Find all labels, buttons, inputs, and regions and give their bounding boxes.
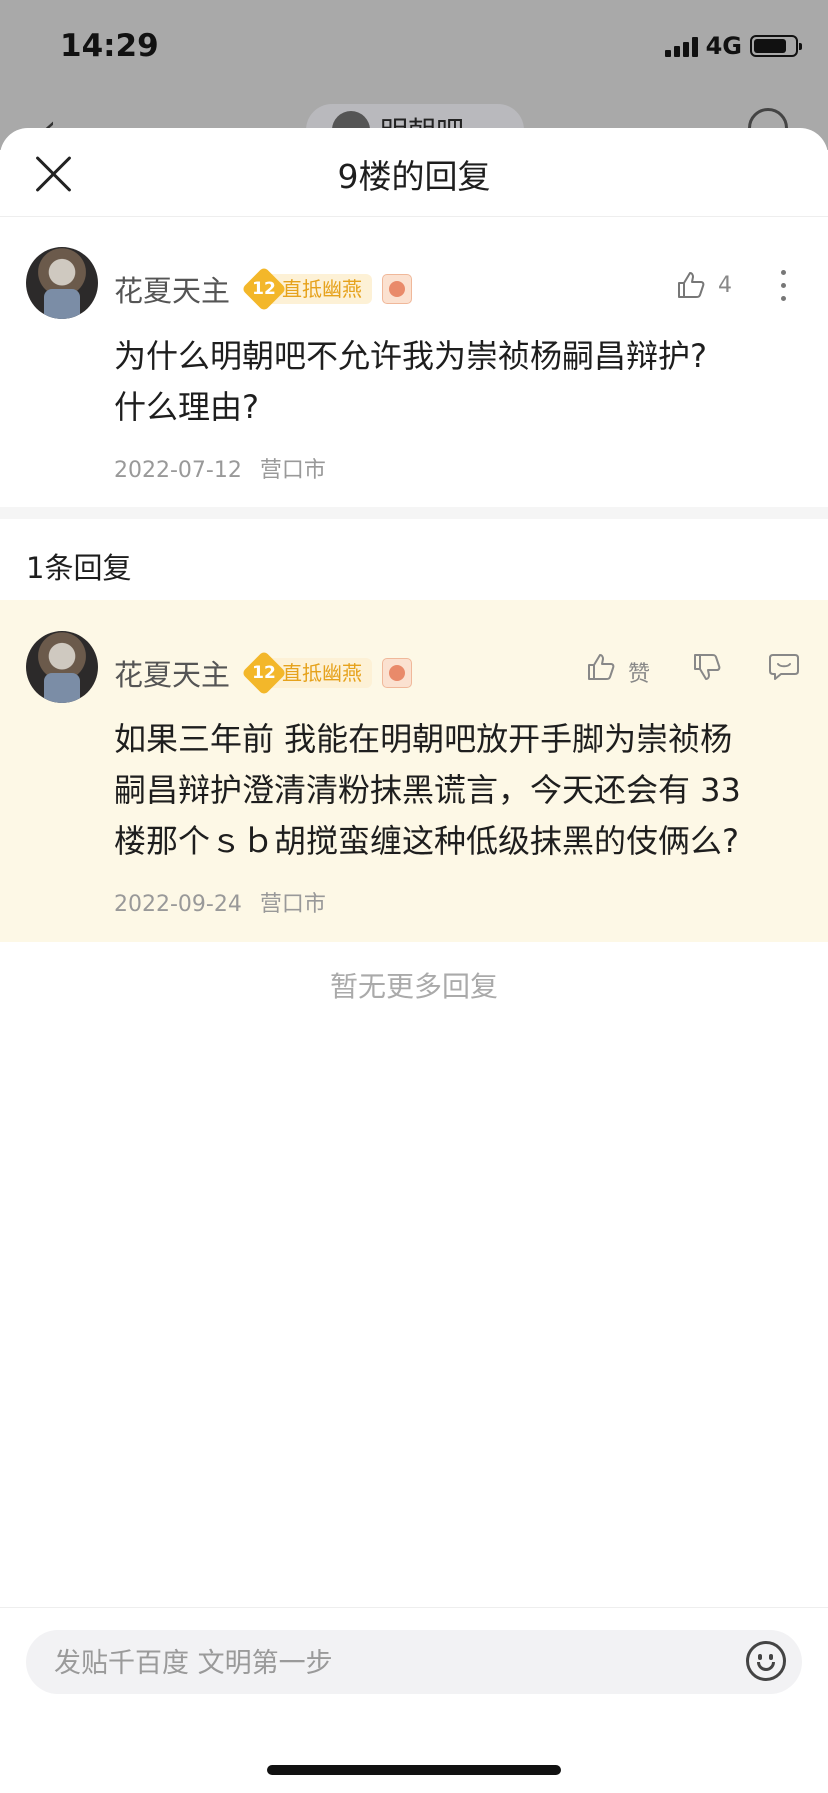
section-divider	[0, 507, 828, 519]
sheet-header: 9楼的回复	[0, 128, 828, 217]
home-indicator	[267, 1765, 561, 1775]
thumbs-up-icon[interactable]	[676, 270, 706, 300]
more-vertical-icon[interactable]	[781, 270, 789, 309]
emblem-icon	[382, 658, 412, 688]
sheet-title: 9楼的回复	[337, 157, 491, 196]
reply-content-line: 如果三年前 我能在明朝吧放开手脚为崇祯杨	[114, 720, 733, 758]
post-meta: 2022-07-12 营口市	[114, 452, 326, 484]
thumbs-up-icon[interactable]	[586, 652, 616, 682]
signal-icon	[664, 35, 698, 57]
smile-icon[interactable]	[746, 1641, 786, 1681]
thumbs-down-icon[interactable]	[692, 652, 722, 682]
battery-icon	[750, 35, 802, 57]
reply-location: 营口市	[259, 892, 326, 917]
post-content-line: 什么理由?	[114, 388, 259, 426]
post-date: 2022-07-12	[114, 458, 242, 483]
no-more-replies: 暂无更多回复	[329, 970, 498, 1003]
level-number: 12	[252, 279, 276, 299]
post-location: 营口市	[259, 458, 326, 483]
reply-item: 花夏天主 直抵幽燕 12 赞 如果三年前 我能在明朝吧放开手脚为崇祯杨 嗣昌辩护…	[0, 600, 828, 942]
reply-date: 2022-09-24	[114, 892, 242, 917]
level-number: 12	[252, 663, 276, 683]
post-username[interactable]: 花夏天主	[114, 268, 230, 310]
reply-content-line: 楼那个ｓｂ胡搅蛮缠这种低级抹黑的伎俩么?	[114, 822, 739, 860]
post-content-line: 为什么明朝吧不允许我为崇祯杨嗣昌辩护?	[114, 337, 707, 375]
comment-icon[interactable]	[768, 652, 800, 682]
reply-input[interactable]	[52, 1640, 676, 1686]
status-time: 14:29	[60, 28, 159, 64]
reply-username[interactable]: 花夏天主	[114, 652, 230, 694]
reply-count-header: 1条回复	[26, 551, 132, 585]
avatar[interactable]	[26, 631, 98, 703]
like-count: 4	[718, 273, 732, 298]
avatar[interactable]	[26, 247, 98, 319]
like-label[interactable]: 赞	[628, 656, 650, 688]
post-content: 为什么明朝吧不允许我为崇祯杨嗣昌辩护? 什么理由?	[114, 331, 707, 433]
reply-input-box	[26, 1630, 802, 1694]
reply-meta: 2022-09-24 营口市	[114, 886, 326, 918]
reply-content-line: 嗣昌辩护澄清清粉抹黑谎言，今天还会有 33	[114, 771, 741, 809]
reply-content: 如果三年前 我能在明朝吧放开手脚为崇祯杨 嗣昌辩护澄清清粉抹黑谎言，今天还会有 …	[114, 714, 741, 867]
emblem-icon	[382, 274, 412, 304]
status-indicators: 4G	[664, 32, 802, 60]
network-type: 4G	[705, 32, 742, 60]
